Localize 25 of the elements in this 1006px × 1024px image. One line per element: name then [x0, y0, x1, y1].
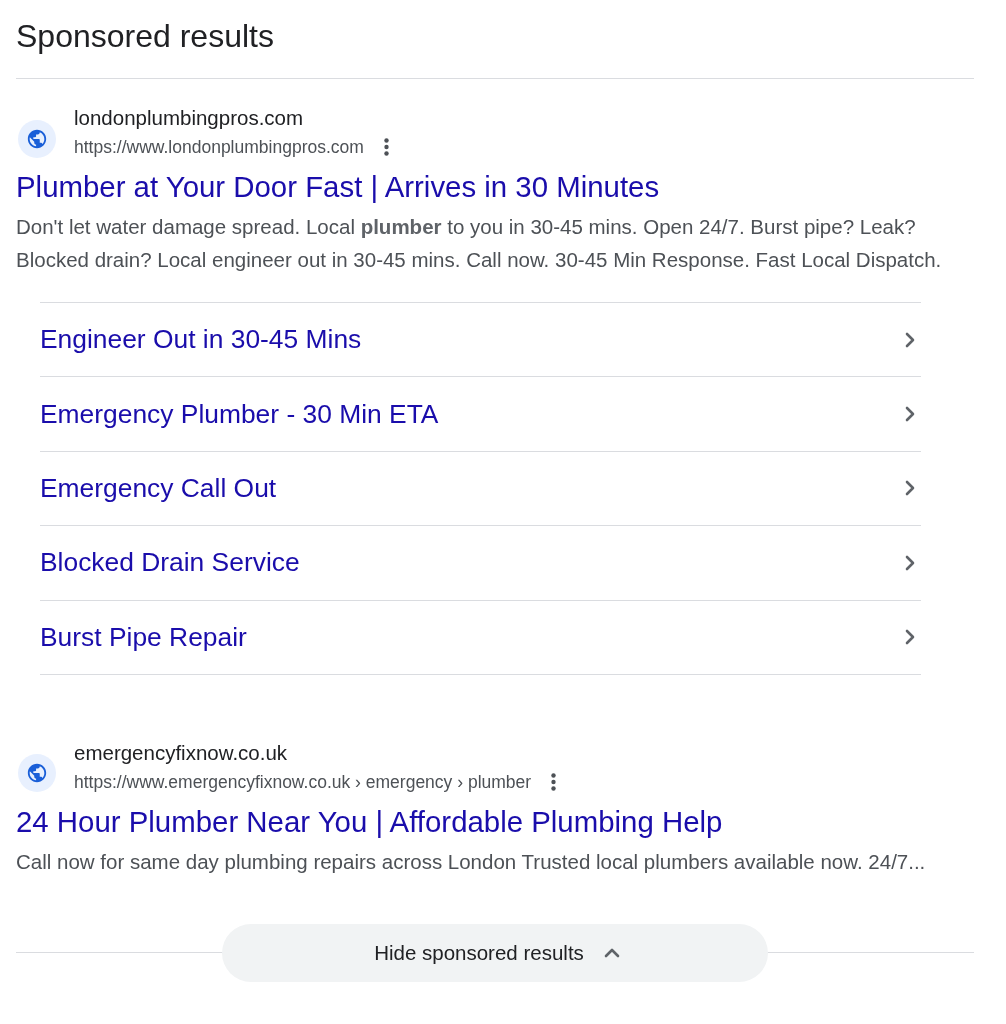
chevron-up-icon [603, 947, 620, 958]
globe-icon [18, 119, 56, 158]
chevron-right-icon [905, 331, 915, 348]
display-url: https://www.londonplumbingpros.com [74, 136, 364, 159]
ad-title-link[interactable]: Plumber at Your Door Fast | Arrives in 30 Minutes [16, 170, 660, 204]
sitelink[interactable]: Engineer Out in 30-45 Mins [40, 303, 921, 378]
site-name: emergencyfixnow.co.uk [74, 740, 289, 765]
sitelink[interactable]: Blocked Drain Service [40, 526, 921, 601]
ad-title-link[interactable]: 24 Hour Plumber Near You | Affordable Plumbing Help [16, 804, 723, 839]
chevron-right-icon [905, 480, 915, 497]
chevron-right-icon [905, 406, 915, 423]
sitelink[interactable]: Emergency Call Out [40, 451, 921, 527]
ad-description: Call now for same day plumbing repairs across London Trusted local plumbers available now. 24/7... [16, 848, 927, 875]
display-url: https://www.emergencyfixnow.co.uk › emergency › plumber [74, 770, 532, 794]
kebab-menu-icon[interactable] [551, 772, 557, 791]
sitelink[interactable]: Burst Pipe Repair [40, 600, 921, 675]
chevron-right-icon [905, 629, 915, 646]
ad-description: Don't let water damage spread. Local plumber to you in 30-45 mins. Open 24/7. Burst pipe? Leak? Blocked drain? Local engineer out in 30-45 mins. Call now. 30-45 Min Response. Fast Local Dispatch. [16, 214, 943, 273]
section-heading: Sponsored results [16, 18, 275, 54]
sitelink[interactable]: Emergency Plumber - 30 Min ETA [40, 377, 921, 452]
chevron-right-icon [905, 554, 915, 571]
kebab-menu-icon[interactable] [383, 138, 389, 156]
site-name: londonplumbingpros.com [74, 106, 305, 130]
hide-sponsored-button[interactable]: Hide sponsored results [222, 923, 768, 982]
globe-icon [18, 754, 56, 793]
